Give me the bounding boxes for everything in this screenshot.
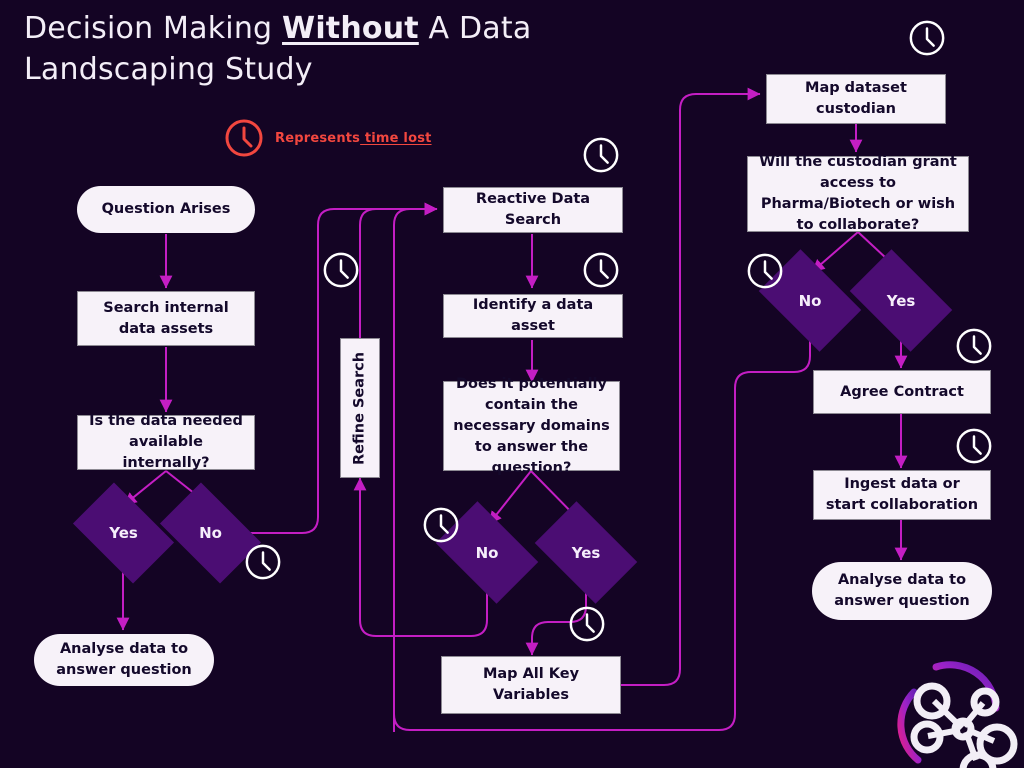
clock-icon [909,20,945,56]
diamond-left-no[interactable]: No [159,482,262,584]
node-label: Map All Key Variables [482,666,580,703]
edge-does-contain-to-no [488,470,532,525]
diamond-label: Yes [886,291,916,310]
diamond-left-yes[interactable]: Yes [72,482,175,584]
diamond-right-yes[interactable]: Yes [849,249,953,352]
node-label: Does it potentially contain the necessar… [453,375,610,476]
node-label: Will the custodian grant access to Pharm… [759,154,957,233]
node-analyse-data-left[interactable]: Analyse data to answer question [34,634,214,686]
diamond-label: No [475,543,499,562]
clock-icon [583,137,619,173]
node-does-it-contain-domains[interactable]: Does it potentially contain the necessar… [443,376,620,476]
clock-icon [245,544,281,580]
network-nodes-logo [897,661,1018,768]
node-label: Is the data needed available internally? [89,413,243,471]
diamond-label: Yes [571,543,601,562]
node-map-all-key-variables[interactable]: Map All Key Variables [441,656,621,714]
node-label: Map dataset custodian [805,80,907,117]
node-label: Reactive Data Search [475,191,591,228]
diamond-mid-yes[interactable]: Yes [534,501,638,604]
node-label: Question Arises [101,201,231,217]
edge-custodian-question-to-no [811,231,859,273]
node-reactive-data-search[interactable]: Reactive Data Search [443,187,623,233]
clock-icon [747,253,783,289]
node-is-data-available-internally[interactable]: Is the data needed available internally? [77,413,255,471]
node-map-dataset-custodian[interactable]: Map dataset custodian [766,74,946,124]
diamond-label: No [798,291,822,310]
node-label: Analyse data to answer question [56,641,192,678]
clock-icon [956,428,992,464]
flowchart-canvas: Decision Making Without A Data Landscapi… [0,0,1024,768]
node-custodian-grant-access-question[interactable]: Will the custodian grant access to Pharm… [747,154,969,233]
edge-refine-to-reactive [359,202,438,338]
node-label: Identify a data asset [472,297,594,334]
clock-icon [956,328,992,364]
edge-map-variables-to-custodian [621,87,761,686]
clock-icon [423,507,459,543]
node-refine-search[interactable]: Refine Search [340,338,380,478]
diamond-label: Yes [109,524,138,542]
node-analyse-data-right[interactable]: Analyse data to answer question [812,562,992,620]
node-label: Ingest data or start collaboration [825,476,979,513]
node-ingest-data-or-collaborate[interactable]: Ingest data or start collaboration [813,470,991,520]
node-search-internal-data-assets[interactable]: Search internal data assets [77,291,255,346]
node-agree-contract[interactable]: Agree Contract [813,370,991,414]
clock-icon [323,252,359,288]
diamond-label: No [199,524,222,542]
edge-bottom-loop-to-reactive [393,202,438,732]
node-label: Analyse data to answer question [834,572,970,609]
clock-icon [569,606,605,642]
node-identify-data-asset[interactable]: Identify a data asset [443,294,623,338]
node-label: Search internal data assets [103,299,229,337]
node-label: Agree Contract [840,383,964,400]
node-label: Refine Search [351,351,368,465]
clock-icon [583,252,619,288]
node-question-arises[interactable]: Question Arises [77,186,255,233]
